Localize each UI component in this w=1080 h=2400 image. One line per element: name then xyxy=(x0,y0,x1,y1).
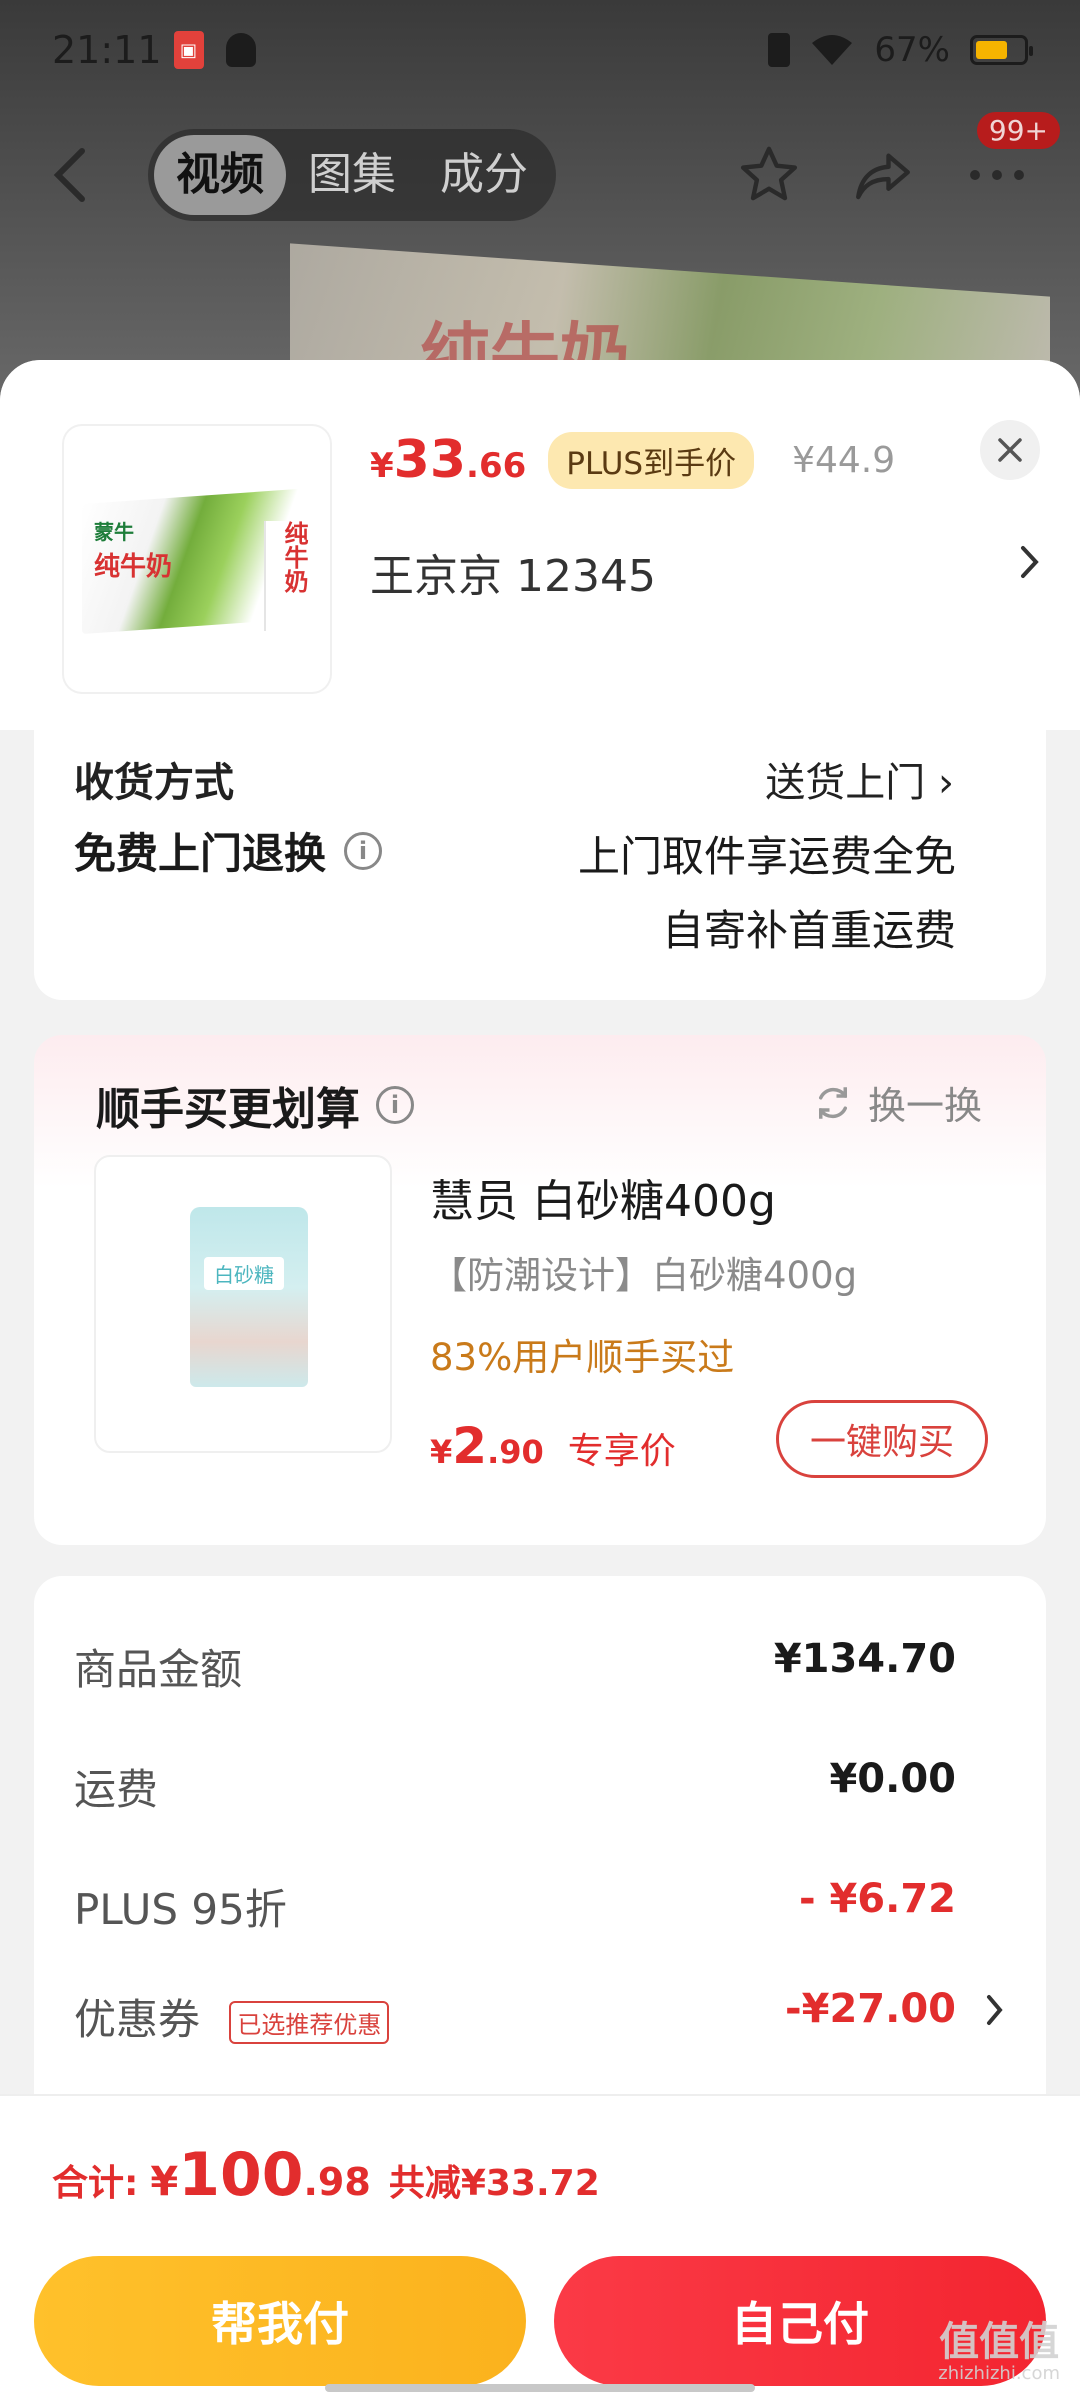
summary-value: ¥0.00 xyxy=(829,1756,956,1802)
watermark-sub: zhizhizhi.com xyxy=(938,2363,1060,2384)
free-return-label: 免费上门退换 i xyxy=(74,820,383,881)
product-name: 纯牛奶 xyxy=(94,552,173,582)
battery-icon xyxy=(970,35,1033,65)
summary-label: 优惠券 xyxy=(74,1995,201,2044)
media-tabs: 视频 图集 成分 xyxy=(148,129,556,221)
summary-row-coupon[interactable]: 优惠券 已选推荐优惠 -¥27.00 xyxy=(74,1986,1006,2047)
app-notification-icon: ▣ xyxy=(173,31,204,69)
tab-video[interactable]: 视频 xyxy=(154,135,286,215)
delivery-address[interactable]: 王京京 12345 xyxy=(370,540,656,604)
free-return-line2: 自寄补首重运费 xyxy=(661,906,956,955)
upsell-product-thumbnail[interactable]: 白砂糖 xyxy=(94,1155,392,1453)
original-price: ¥44.9 xyxy=(792,439,896,481)
close-button[interactable] xyxy=(980,420,1040,480)
total-saved: 共减¥33.72 xyxy=(388,2163,600,2204)
exclusive-price-tag: 专享价 xyxy=(567,1431,676,1472)
summary-label: 运费 xyxy=(74,1765,159,1814)
product-box-side-name: 纯牛奶 xyxy=(264,521,312,631)
free-return-line1: 上门取件享运费全免 xyxy=(577,832,956,881)
star-favorite-icon[interactable] xyxy=(736,142,802,208)
upsell-title-text: 顺手买更划算 xyxy=(96,1084,360,1135)
swap-label: 换一换 xyxy=(867,1084,982,1128)
total-decimal: .98 xyxy=(303,2160,371,2204)
upsell-purchase-stat: 83%用户顺手买过 xyxy=(430,1336,735,1379)
battery-percent: 67% xyxy=(874,30,950,70)
chevron-right-icon[interactable] xyxy=(984,1990,1006,2040)
product-thumbnail: 蒙牛 纯牛奶 纯牛奶 xyxy=(64,426,330,692)
close-icon xyxy=(998,438,1022,462)
sim-icon xyxy=(768,33,791,67)
summary-value: ¥134.70 xyxy=(773,1636,956,1682)
tab-ingredients[interactable]: 成分 xyxy=(418,135,550,215)
upsell-title: 顺手买更划算 i xyxy=(96,1073,414,1137)
help-me-pay-button[interactable]: 帮我付 xyxy=(34,2256,526,2386)
watermark-main: 值值值 xyxy=(939,2319,1060,2365)
refresh-icon xyxy=(818,1086,847,1119)
total-integer: 100 xyxy=(178,2140,304,2210)
home-indicator[interactable] xyxy=(325,2384,755,2392)
upsell-card: 顺手买更划算 i 换一换 白砂糖 慧员 白砂糖400g 【防潮设计】白砂糖400… xyxy=(34,1035,1046,1545)
info-icon[interactable]: i xyxy=(344,831,383,870)
watermark-logo: 值值值 zhizhizhi.com xyxy=(938,2320,1060,2384)
sheet-header: 蒙牛 纯牛奶 纯牛奶 ¥33.66 PLUS到手价 ¥44.9 王京京 1234… xyxy=(0,360,1080,730)
free-return-text: 免费上门退换 xyxy=(74,829,327,878)
wifi-icon xyxy=(810,33,854,67)
summary-value: - ¥6.72 xyxy=(798,1876,956,1922)
upsell-price: ¥2.90 专享价 xyxy=(430,1417,676,1475)
total-label: 合计: xyxy=(52,2163,139,2204)
total-line: 合计: ¥100.98 共减¥33.72 xyxy=(52,2140,600,2210)
delivery-method-value: 送货上门 › xyxy=(765,760,954,806)
summary-value: -¥27.00 xyxy=(785,1986,956,2032)
delivery-method-row[interactable]: 收货方式 送货上门 › xyxy=(74,750,1014,808)
message-count-badge: 99+ xyxy=(976,112,1060,149)
info-icon[interactable]: i xyxy=(376,1086,414,1124)
plus-price-tag: PLUS到手价 xyxy=(548,431,755,489)
upsell-product-desc: 【防潮设计】白砂糖400g xyxy=(430,1254,858,1297)
summary-row-shipping: 运费 ¥0.00 xyxy=(74,1756,1006,1817)
product-brand: 蒙牛 xyxy=(94,520,134,544)
delivery-method-label: 收货方式 xyxy=(74,760,234,806)
coupon-recommended-tag: 已选推荐优惠 xyxy=(229,2001,390,2044)
upsell-product-name[interactable]: 慧员 白砂糖400g xyxy=(430,1165,776,1229)
top-nav-bar: 视频 图集 成分 99+ xyxy=(0,112,1080,230)
background-product-page: 纯牛奶 21:11 ▣ 67% 视频 图集 成分 99+ xyxy=(0,0,1080,420)
chevron-right-icon[interactable] xyxy=(1018,540,1042,588)
total-symbol: ¥ xyxy=(150,2159,179,2205)
more-icon[interactable] xyxy=(964,142,1030,208)
qq-notification-icon xyxy=(225,33,256,67)
status-time: 21:11 xyxy=(52,28,162,72)
checkout-footer: 合计: ¥100.98 共减¥33.72 帮我付 自己付 xyxy=(0,2094,1080,2400)
summary-label: PLUS 95折 xyxy=(74,1885,287,1934)
summary-row-plus-discount: PLUS 95折 - ¥6.72 xyxy=(74,1876,1006,1937)
status-bar: 21:11 ▣ 67% xyxy=(0,0,1080,100)
share-icon[interactable] xyxy=(850,142,916,208)
sugar-bag-image: 白砂糖 xyxy=(190,1207,308,1387)
summary-label: 商品金额 xyxy=(74,1645,243,1694)
current-price: ¥33.66 xyxy=(370,430,527,490)
free-return-value: 上门取件享运费全免 自寄补首重运费 xyxy=(578,820,956,968)
one-click-buy-button[interactable]: 一键购买 xyxy=(776,1400,988,1478)
swap-button[interactable]: 换一换 xyxy=(812,1075,982,1130)
sugar-bag-label: 白砂糖 xyxy=(204,1257,284,1290)
summary-row-goods: 商品金额 ¥134.70 xyxy=(74,1636,1006,1697)
back-arrow-icon[interactable] xyxy=(50,145,110,205)
price-line: ¥33.66 PLUS到手价 ¥44.9 xyxy=(370,430,895,490)
tab-gallery[interactable]: 图集 xyxy=(286,135,418,215)
